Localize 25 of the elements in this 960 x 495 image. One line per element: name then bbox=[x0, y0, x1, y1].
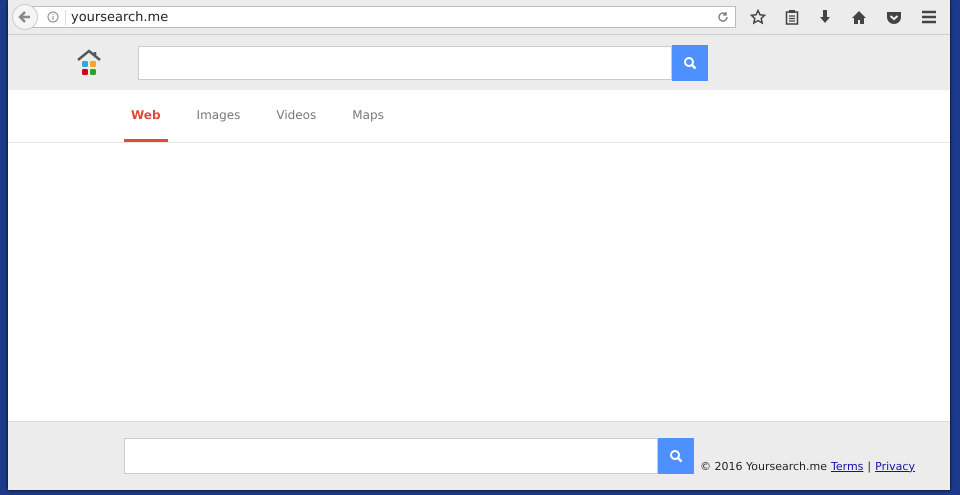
back-button[interactable] bbox=[12, 4, 38, 30]
search-icon bbox=[669, 449, 683, 463]
nav-tab[interactable]: Images bbox=[190, 90, 248, 142]
menu-icon[interactable] bbox=[921, 10, 937, 24]
pocket-icon[interactable] bbox=[886, 10, 902, 24]
address-bar[interactable]: yoursearch.me bbox=[32, 6, 736, 28]
reload-icon[interactable] bbox=[717, 11, 729, 23]
info-icon[interactable] bbox=[47, 11, 59, 23]
search-button[interactable] bbox=[658, 438, 694, 474]
separator-text: | bbox=[867, 460, 872, 472]
nav-tab[interactable]: Maps bbox=[345, 90, 391, 142]
search-field[interactable] bbox=[138, 46, 672, 80]
nav-tab[interactable]: Videos bbox=[269, 90, 324, 142]
download-icon[interactable] bbox=[818, 9, 832, 25]
star-icon[interactable] bbox=[750, 9, 766, 25]
search-field[interactable] bbox=[124, 438, 658, 474]
footer-link[interactable]: Terms bbox=[831, 460, 864, 472]
url-text: yoursearch.me bbox=[65, 10, 711, 24]
search-button[interactable] bbox=[672, 44, 708, 80]
copyright-text: © 2016 Yoursearch.me bbox=[700, 460, 827, 472]
search-icon bbox=[683, 56, 697, 70]
back-icon[interactable] bbox=[18, 10, 32, 24]
footer-link[interactable]: Privacy bbox=[875, 460, 915, 472]
home-icon[interactable] bbox=[851, 10, 867, 24]
clipboard-icon[interactable] bbox=[785, 9, 799, 25]
